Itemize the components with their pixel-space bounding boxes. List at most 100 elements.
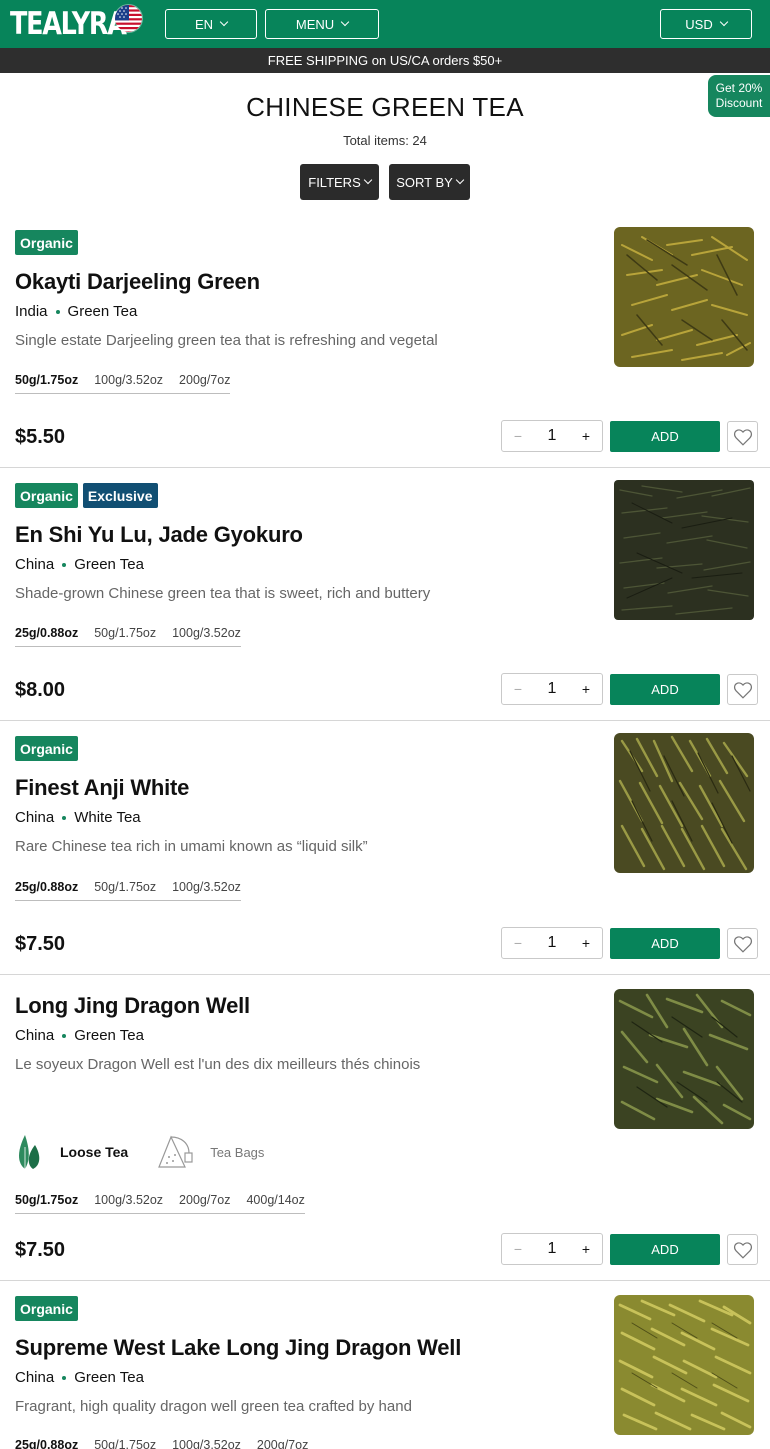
loose-tea-leaves-icon bbox=[19, 1135, 40, 1169]
product-image[interactable] bbox=[612, 731, 756, 875]
product-image[interactable] bbox=[612, 478, 756, 622]
organic-badge: Organic bbox=[15, 1296, 78, 1321]
tea-type: White Tea bbox=[74, 809, 141, 826]
size-option[interactable]: 100g/3.52oz bbox=[94, 373, 163, 387]
tea-type: Green Tea bbox=[74, 556, 144, 573]
size-option[interactable]: 200g/7oz bbox=[257, 1438, 308, 1449]
chevron-down-icon bbox=[340, 17, 350, 27]
organic-badge: Organic bbox=[15, 483, 78, 508]
size-option[interactable]: 25g/0.88oz bbox=[15, 1438, 78, 1449]
size-option[interactable]: 200g/7oz bbox=[179, 1193, 230, 1207]
size-option[interactable]: 100g/3.52oz bbox=[172, 626, 241, 640]
logo-text: TEALYRA bbox=[10, 6, 127, 42]
product-card: Long Jing Dragon Well China Green Tea Le… bbox=[0, 975, 770, 1281]
product-name[interactable]: Okayti Darjeeling Green bbox=[15, 269, 260, 295]
decrease-quantity-button[interactable]: − bbox=[502, 1241, 534, 1257]
tea-bag-icon bbox=[158, 1135, 193, 1168]
quantity-value[interactable]: 1 bbox=[534, 680, 570, 698]
exclusive-badge: Exclusive bbox=[82, 483, 158, 508]
size-options: 25g/0.88oz 50g/1.75oz 100g/3.52oz bbox=[15, 626, 241, 647]
size-options: 25g/0.88oz 50g/1.75oz 100g/3.52oz 200g/7… bbox=[15, 1438, 308, 1449]
menu-label: MENU bbox=[295, 16, 335, 32]
us-flag-icon[interactable] bbox=[114, 4, 143, 33]
decrease-quantity-button[interactable]: − bbox=[502, 935, 534, 951]
add-to-cart-button[interactable]: ADD bbox=[610, 421, 720, 452]
size-option[interactable]: 100g/3.52oz bbox=[94, 1193, 163, 1207]
product-name[interactable]: Long Jing Dragon Well bbox=[15, 993, 250, 1019]
chevron-down-icon bbox=[219, 17, 229, 27]
size-option[interactable]: 200g/7oz bbox=[179, 373, 230, 387]
product-name[interactable]: Supreme West Lake Long Jing Dragon Well bbox=[15, 1335, 461, 1361]
size-option[interactable]: 50g/1.75oz bbox=[94, 880, 156, 894]
chevron-down-icon bbox=[363, 175, 372, 185]
language-selector[interactable]: EN bbox=[165, 9, 257, 39]
product-description: Le soyeux Dragon Well est l'un des dix m… bbox=[15, 1056, 421, 1073]
product-card: Organic Finest Anji White China White Te… bbox=[0, 721, 770, 975]
top-navigation-bar: TEALYRA EN MENU USD bbox=[0, 0, 770, 48]
size-option[interactable]: 100g/3.52oz bbox=[172, 1438, 241, 1449]
quantity-value[interactable]: 1 bbox=[534, 1240, 570, 1258]
product-image[interactable] bbox=[612, 987, 756, 1131]
wishlist-button[interactable] bbox=[727, 928, 758, 959]
tealyra-logo[interactable]: TEALYRA bbox=[10, 6, 128, 42]
chevron-down-icon bbox=[455, 175, 465, 185]
filters-button[interactable]: FILTERS bbox=[300, 164, 379, 200]
tea-format-options: Loose Tea Tea Bags bbox=[15, 1133, 264, 1171]
size-option[interactable]: 25g/0.88oz bbox=[15, 626, 78, 640]
decrease-quantity-button[interactable]: − bbox=[502, 428, 534, 444]
product-card: Organic Exclusive En Shi Yu Lu, Jade Gyo… bbox=[0, 468, 770, 721]
heart-icon bbox=[733, 935, 752, 953]
size-option[interactable]: 25g/0.88oz bbox=[15, 880, 78, 894]
currency-selector[interactable]: USD bbox=[660, 9, 752, 39]
product-name[interactable]: Finest Anji White bbox=[15, 775, 189, 801]
tea-type: Green Tea bbox=[74, 1369, 144, 1386]
wishlist-button[interactable] bbox=[727, 674, 758, 705]
size-option[interactable]: 50g/1.75oz bbox=[15, 1193, 78, 1207]
size-option[interactable]: 400g/14oz bbox=[246, 1193, 304, 1207]
wishlist-button[interactable] bbox=[727, 1234, 758, 1265]
product-origin: China Green Tea bbox=[15, 556, 144, 573]
quantity-value[interactable]: 1 bbox=[534, 427, 570, 445]
tea-bags-option[interactable]: Tea Bags bbox=[155, 1133, 264, 1171]
add-to-cart-button[interactable]: ADD bbox=[610, 928, 720, 959]
size-option[interactable]: 50g/1.75oz bbox=[94, 626, 156, 640]
product-price: $7.50 bbox=[15, 1239, 66, 1261]
add-to-cart-button[interactable]: ADD bbox=[610, 1234, 720, 1265]
origin-country: China bbox=[15, 809, 55, 826]
origin-country: China bbox=[15, 556, 55, 573]
size-options: 25g/0.88oz 50g/1.75oz 100g/3.52oz bbox=[15, 880, 241, 901]
origin-country: China bbox=[15, 1027, 55, 1044]
quantity-value[interactable]: 1 bbox=[534, 934, 570, 952]
increase-quantity-button[interactable]: + bbox=[570, 1241, 602, 1257]
increase-quantity-button[interactable]: + bbox=[570, 935, 602, 951]
product-image[interactable] bbox=[612, 225, 756, 369]
product-origin: China Green Tea bbox=[15, 1369, 144, 1386]
product-origin: China Green Tea bbox=[15, 1027, 144, 1044]
origin-country: India bbox=[15, 303, 48, 320]
increase-quantity-button[interactable]: + bbox=[570, 428, 602, 444]
product-description: Fragrant, high quality dragon well green… bbox=[15, 1398, 412, 1415]
size-option[interactable]: 100g/3.52oz bbox=[172, 880, 241, 894]
currency-label: USD bbox=[685, 16, 713, 32]
heart-icon bbox=[733, 681, 752, 699]
increase-quantity-button[interactable]: + bbox=[570, 681, 602, 697]
loose-tea-option[interactable]: Loose Tea bbox=[15, 1133, 128, 1171]
product-price: $8.00 bbox=[15, 679, 66, 701]
decrease-quantity-button[interactable]: − bbox=[502, 681, 534, 697]
size-option[interactable]: 50g/1.75oz bbox=[94, 1438, 156, 1449]
separator-dot-icon bbox=[55, 309, 60, 314]
quantity-stepper: − 1 + bbox=[501, 1233, 603, 1265]
quantity-stepper: − 1 + bbox=[501, 420, 603, 452]
language-label: EN bbox=[194, 16, 214, 32]
product-image[interactable] bbox=[612, 1293, 756, 1437]
sort-by-button[interactable]: SORT BY bbox=[389, 164, 470, 200]
wishlist-button[interactable] bbox=[727, 421, 758, 452]
chevron-down-icon bbox=[719, 17, 728, 27]
size-option[interactable]: 50g/1.75oz bbox=[15, 373, 78, 387]
quantity-stepper: − 1 + bbox=[501, 673, 603, 705]
product-origin: India Green Tea bbox=[15, 303, 137, 320]
product-name[interactable]: En Shi Yu Lu, Jade Gyokuro bbox=[15, 522, 303, 548]
loose-tea-label: Loose Tea bbox=[60, 1144, 129, 1160]
menu-button[interactable]: MENU bbox=[265, 9, 379, 39]
add-to-cart-button[interactable]: ADD bbox=[610, 674, 720, 705]
